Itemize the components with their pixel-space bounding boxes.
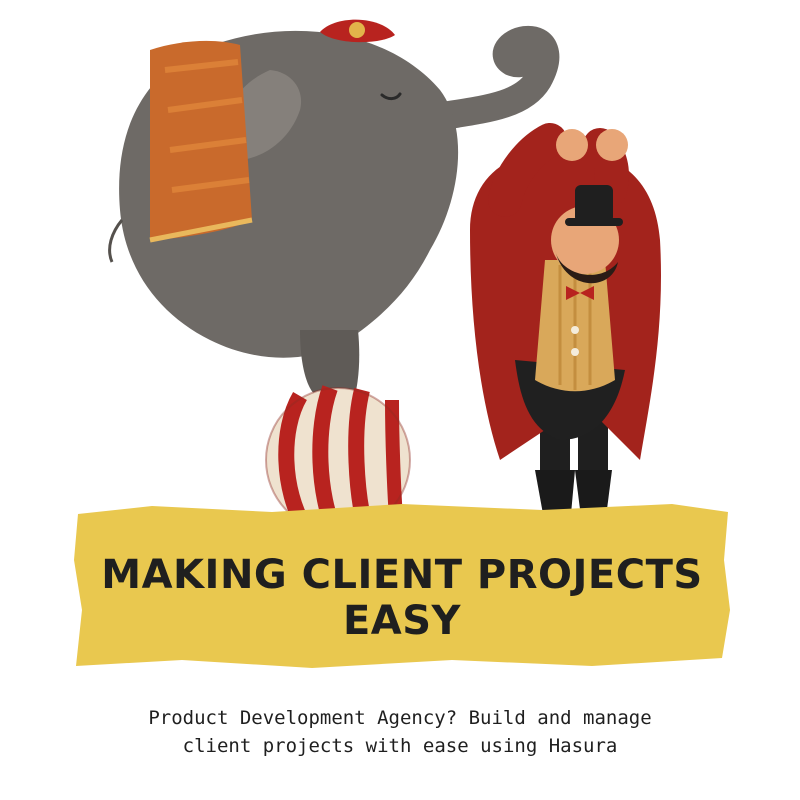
ringmaster-illustration	[470, 123, 661, 525]
circus-illustration	[108, 19, 661, 536]
hero-card: MAKING CLIENT PROJECTS EASY Product Deve…	[0, 0, 800, 800]
headline-banner: MAKING CLIENT PROJECTS EASY	[72, 500, 732, 670]
tagline-line-1: Product Development Agency? Build and ma…	[148, 707, 652, 729]
headline: MAKING CLIENT PROJECTS EASY	[72, 552, 732, 644]
headline-line-2: EASY	[342, 598, 462, 644]
tagline: Product Development Agency? Build and ma…	[40, 704, 760, 760]
headline-line-1: MAKING CLIENT PROJECTS	[101, 552, 703, 598]
tagline-line-2: client projects with ease using Hasura	[182, 735, 618, 757]
